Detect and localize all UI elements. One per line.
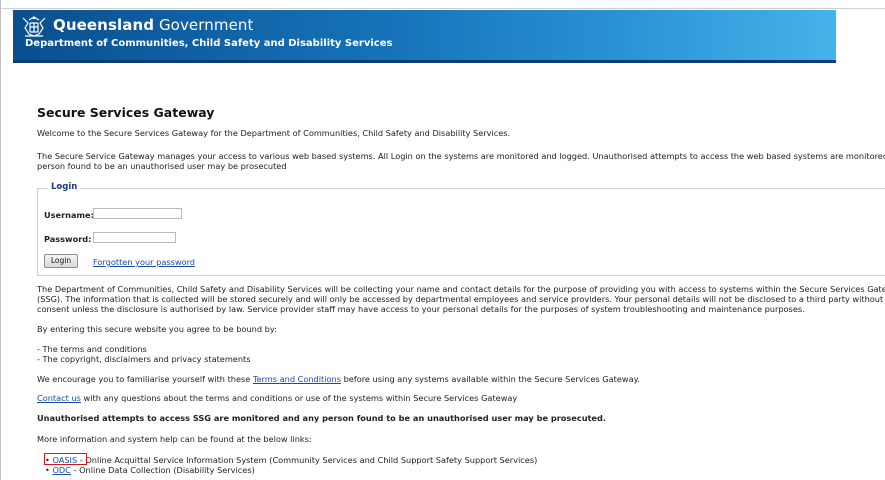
encourage-after: before using any systems available withi… [340, 374, 640, 384]
agreement-copyright: - The copyright, disclaimers and privacy… [37, 354, 251, 364]
government-title: Queensland Government [53, 16, 254, 34]
gov-name-strong: Queensland [53, 16, 155, 34]
password-input[interactable] [93, 232, 176, 243]
page: Queensland Government Department of Comm… [0, 0, 885, 480]
username-input[interactable] [93, 208, 182, 219]
login-fieldset: Login Username: Password: Login Forgotte… [37, 182, 885, 276]
welcome-text: Welcome to the Secure Services Gateway f… [37, 128, 511, 138]
password-label: Password: [44, 234, 92, 244]
more-info-text: More information and system help can be … [37, 434, 312, 444]
gov-name-rest: Government [154, 16, 254, 34]
login-button[interactable]: Login [44, 254, 78, 268]
contact-after: with any questions about the terms and c… [80, 393, 518, 403]
contact-text: Contact us with any questions about the … [37, 393, 517, 404]
page-title: Secure Services Gateway [37, 105, 215, 120]
oasis-description: - Online Acquittal Service Information S… [77, 455, 538, 465]
privacy-line3: consent unless the disclosure is authori… [37, 304, 805, 314]
login-legend: Login [48, 182, 81, 193]
encourage-text: We encourage you to familiarise yourself… [37, 374, 640, 385]
terms-link[interactable]: Terms and Conditions [253, 374, 341, 384]
encourage-before: We encourage you to familiarise yourself… [37, 374, 253, 384]
contact-us-link[interactable]: Contact us [37, 393, 81, 403]
department-name: Department of Communities, Child Safety … [25, 38, 393, 49]
notice-text-line2: person found to be an unauthorised user … [37, 161, 287, 171]
warning-text: Unauthorised attempts to access SSG are … [37, 413, 606, 423]
odc-list-item: • ODC - Online Data Collection (Disabili… [45, 465, 255, 476]
header-banner: Queensland Government Department of Comm… [13, 10, 836, 63]
username-label: Username: [44, 210, 94, 220]
odc-description: - Online Data Collection (Disability Ser… [70, 465, 255, 475]
queensland-crest-icon [22, 16, 46, 37]
top-border [1, 8, 885, 9]
forgot-password-link[interactable]: Forgotten your password [93, 257, 195, 268]
oasis-highlight-box [44, 453, 87, 465]
odc-link[interactable]: ODC [52, 465, 70, 475]
agreement-intro: By entering this secure website you agre… [37, 324, 277, 334]
